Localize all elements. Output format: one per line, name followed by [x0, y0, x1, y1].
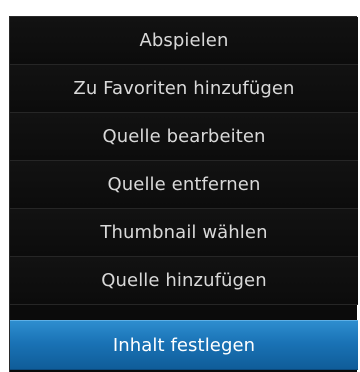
menu-item-add-to-favourites[interactable]: Zu Favoriten hinzufügen	[10, 65, 358, 113]
screen: Abspielen Zu Favoriten hinzufügen Quelle…	[0, 0, 360, 372]
menu-item-edit-source[interactable]: Quelle bearbeiten	[10, 113, 358, 161]
menu-item-label: Quelle bearbeiten	[102, 126, 266, 147]
menu-item-remove-source[interactable]: Quelle entfernen	[10, 161, 358, 209]
menu-item-set-content[interactable]: Inhalt festlegen	[10, 320, 358, 370]
menu-item-play[interactable]: Abspielen	[10, 17, 358, 65]
menu-item-label: Abspielen	[139, 30, 229, 51]
menu-item-choose-thumbnail[interactable]: Thumbnail wählen	[10, 209, 358, 257]
menu-item-label: Inhalt festlegen	[112, 334, 256, 356]
menu-item-label: Thumbnail wählen	[100, 222, 268, 243]
menu-item-label: Quelle entfernen	[107, 174, 261, 195]
menu-item-label: Zu Favoriten hinzufügen	[73, 78, 295, 99]
context-menu: Abspielen Zu Favoriten hinzufügen Quelle…	[9, 16, 358, 372]
menu-item-label: Quelle hinzufügen	[101, 270, 267, 291]
menu-item-add-source[interactable]: Quelle hinzufügen	[10, 257, 358, 305]
